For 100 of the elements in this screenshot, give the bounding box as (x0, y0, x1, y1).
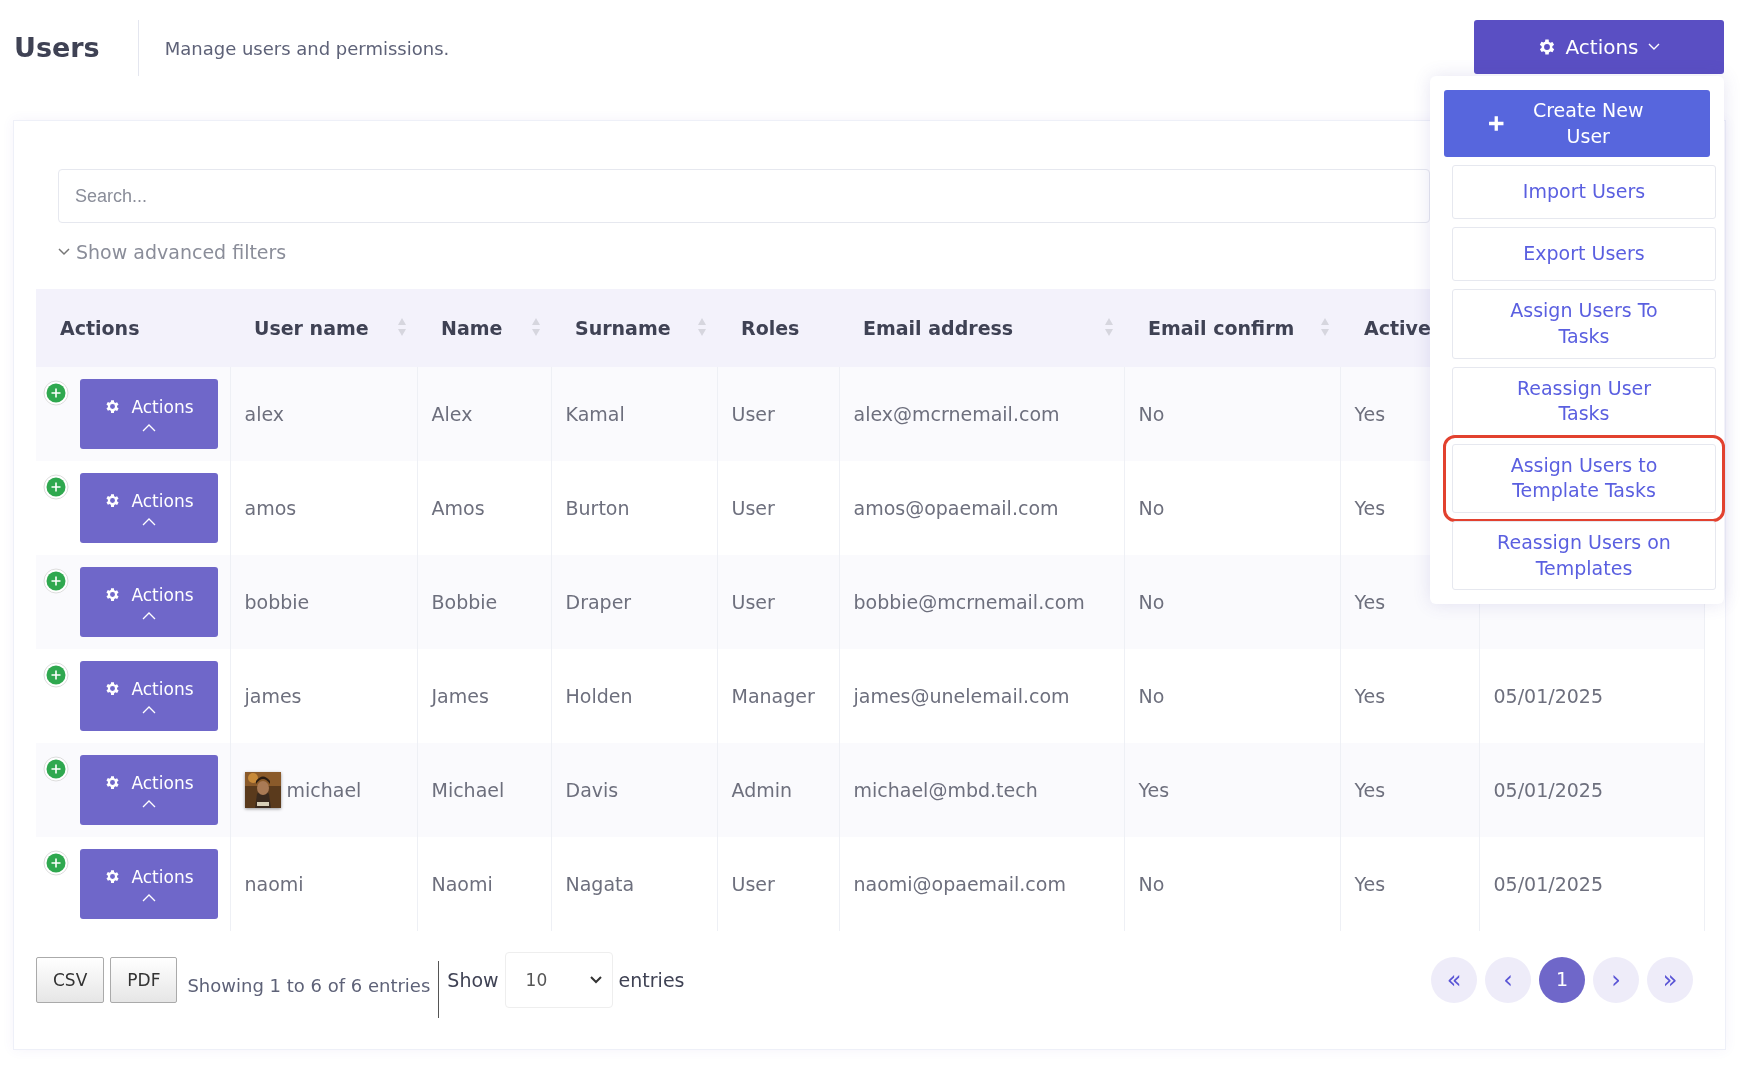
advanced-filters-toggle[interactable]: Show advanced filters (58, 241, 287, 263)
column-header: Actions (36, 289, 230, 367)
menu-item[interactable]: Import Users (1452, 165, 1716, 220)
caret-icon (142, 892, 156, 902)
row-actions-button[interactable]: Actions (80, 661, 218, 731)
table-cell: james@unelemail.com (853, 685, 1070, 707)
page-button[interactable]: 1 (1539, 956, 1585, 1003)
table-cell: User (731, 591, 775, 613)
actions-button[interactable]: Actions (1474, 20, 1724, 74)
table-cell: alex@mcrnemail.com (853, 403, 1060, 425)
settings-icon (104, 398, 122, 415)
plus-icon (1488, 115, 1505, 133)
table-cell: bobbie (244, 591, 310, 613)
table-cell: amos (244, 497, 297, 519)
export-button[interactable]: PDF (110, 956, 178, 1003)
table-cell: Yes (1354, 685, 1386, 707)
menu-item[interactable]: Assign Users To Tasks (1452, 289, 1716, 359)
table-cell: 05/01/2025 (1493, 779, 1603, 801)
export-button[interactable]: CSV (36, 956, 105, 1003)
page-button[interactable]: ‹ (1485, 956, 1531, 1003)
caret-icon (142, 798, 156, 808)
search-field[interactable]: Search... (58, 169, 1430, 223)
table-cell: Yes (1354, 779, 1386, 801)
table-cell: User (731, 403, 775, 425)
sort-icon (531, 317, 541, 337)
table-cell: amos@opaemail.com (853, 497, 1059, 519)
page-size-select[interactable]: 10 (504, 951, 613, 1008)
column-header: Roles (717, 289, 839, 367)
expand-row-icon (43, 380, 69, 406)
column-header[interactable]: Email address (839, 289, 1124, 367)
table-cell: Yes (1354, 591, 1386, 613)
menu-item[interactable]: Export Users (1452, 227, 1716, 282)
menu-item[interactable]: Reassign User Tasks (1452, 366, 1716, 436)
table-cell: Draper (565, 591, 632, 613)
sort-icon (397, 317, 407, 337)
table-cell: No (1138, 873, 1165, 895)
settings-icon (104, 868, 122, 885)
entries-info: Showing 1 to 6 of 6 entries (187, 961, 440, 1018)
page-button[interactable]: › (1593, 956, 1639, 1003)
chevron-icon (1646, 42, 1661, 52)
page-subtitle: Manage users and permissions. (164, 37, 450, 59)
table-cell: No (1138, 497, 1165, 519)
expand-row-icon (43, 474, 69, 500)
sort-icon (697, 317, 707, 337)
table-cell: naomi (244, 873, 304, 895)
table-cell: No (1138, 403, 1165, 425)
menu-item[interactable]: Create New User (1444, 90, 1710, 158)
menu-item[interactable]: Reassign Users on Templates (1452, 521, 1716, 591)
table-cell: Kamal (565, 403, 625, 425)
table-cell: bobbie@mcrnemail.com (853, 591, 1085, 613)
row-actions-button[interactable]: Actions (80, 849, 218, 919)
table-cell: 05/01/2025 (1493, 685, 1603, 707)
column-header[interactable]: User name (230, 289, 417, 367)
expand-row-icon (43, 756, 69, 782)
settings-icon (104, 774, 122, 791)
table-cell: james (244, 685, 302, 707)
page-title: Users (14, 20, 139, 76)
page-button[interactable]: » (1647, 956, 1693, 1003)
column-header[interactable]: Surname (551, 289, 717, 367)
table-cell: Yes (1354, 873, 1386, 895)
table-cell: Davis (565, 779, 619, 801)
table-cell: No (1138, 591, 1165, 613)
table-cell: Michael (431, 779, 505, 801)
table-cell: Yes (1138, 779, 1170, 801)
column-header[interactable]: Email confirm (1124, 289, 1340, 367)
table-cell: Yes (1354, 403, 1386, 425)
expand-row-icon (43, 850, 69, 876)
table-cell: naomi@opaemail.com (853, 873, 1066, 895)
chevron-icon (589, 975, 602, 984)
row-actions-button[interactable]: Actions (80, 567, 218, 637)
settings-icon (104, 586, 122, 603)
entries-label: entries (618, 968, 685, 991)
table-cell: Alex (431, 403, 473, 425)
sort-icon (1104, 317, 1114, 337)
row-actions-button[interactable]: Actions (80, 473, 218, 543)
caret-icon (142, 610, 156, 620)
expand-row-icon (43, 662, 69, 688)
page-button[interactable]: « (1431, 956, 1477, 1003)
chevron-icon (58, 248, 70, 256)
table-cell: Amos (431, 497, 485, 519)
table-cell: Burton (565, 497, 630, 519)
settings-icon (104, 680, 122, 697)
table-cell: michael (286, 779, 362, 801)
row-actions-button[interactable]: Actions (80, 379, 218, 449)
table-cell: User (731, 873, 775, 895)
column-header[interactable]: Name (417, 289, 551, 367)
show-label: Show (447, 968, 499, 991)
caret-icon (142, 704, 156, 714)
sort-icon (1320, 317, 1330, 337)
caret-icon (142, 422, 156, 432)
table-cell: Admin (731, 779, 793, 801)
table-cell: Bobbie (431, 591, 498, 613)
table-cell: No (1138, 685, 1165, 707)
row-actions-button[interactable]: Actions (80, 755, 218, 825)
table-cell: alex (244, 403, 285, 425)
table-cell: Manager (731, 685, 815, 707)
settings-icon (104, 492, 122, 509)
table-cell: michael@mbd.tech (853, 779, 1038, 801)
table-cell: Holden (565, 685, 633, 707)
caret-icon (142, 516, 156, 526)
